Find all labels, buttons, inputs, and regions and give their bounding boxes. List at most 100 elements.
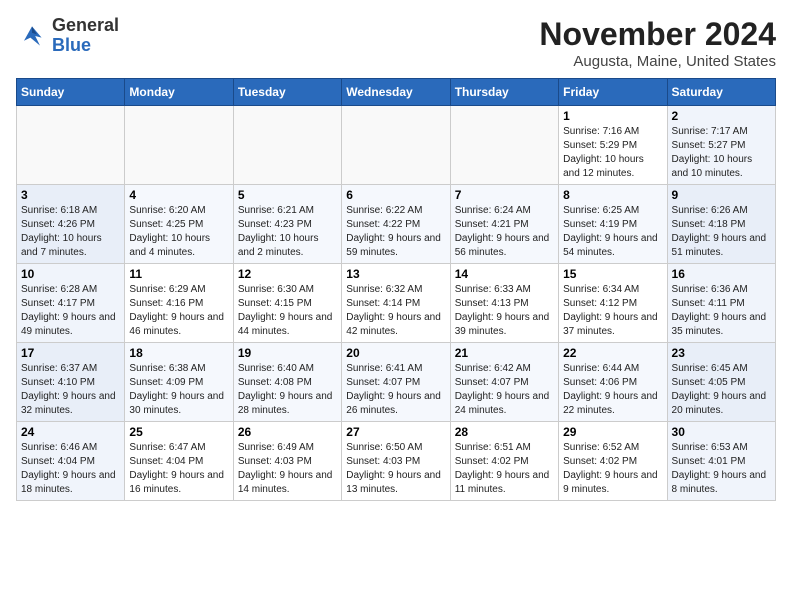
day-info: Sunrise: 6:24 AM Sunset: 4:21 PM Dayligh… [455, 204, 554, 260]
day-number: 29 [563, 425, 662, 439]
day-number: 6 [346, 188, 445, 202]
day-info: Sunrise: 6:18 AM Sunset: 4:26 PM Dayligh… [21, 204, 120, 260]
day-info: Sunrise: 6:21 AM Sunset: 4:23 PM Dayligh… [238, 204, 337, 260]
day-number: 27 [346, 425, 445, 439]
calendar-header-row: SundayMondayTuesdayWednesdayThursdayFrid… [17, 79, 776, 106]
calendar-week-row: 1 Sunrise: 7:16 AM Sunset: 5:29 PM Daylig… [17, 106, 776, 185]
day-info: Sunrise: 6:53 AM Sunset: 4:01 PM Dayligh… [672, 441, 771, 497]
calendar-day-cell: 15 Sunrise: 6:34 AM Sunset: 4:12 PM Dayli… [559, 264, 667, 343]
day-number: 16 [672, 267, 771, 281]
day-number: 15 [563, 267, 662, 281]
calendar-day-cell: 26 Sunrise: 6:49 AM Sunset: 4:03 PM Dayli… [233, 422, 341, 501]
day-info: Sunrise: 7:17 AM Sunset: 5:27 PM Dayligh… [672, 125, 771, 181]
calendar-day-cell: 4 Sunrise: 6:20 AM Sunset: 4:25 PM Daylig… [125, 185, 233, 264]
day-number: 26 [238, 425, 337, 439]
calendar-day-cell: 3 Sunrise: 6:18 AM Sunset: 4:26 PM Daylig… [17, 185, 125, 264]
calendar-day-cell: 17Sunrise: 6:37 AM Sunset: 4:10 PM Dayli… [17, 343, 125, 422]
day-number: 28 [455, 425, 554, 439]
day-info: Sunrise: 6:40 AM Sunset: 4:08 PM Dayligh… [238, 362, 337, 418]
day-info: Sunrise: 6:20 AM Sunset: 4:25 PM Dayligh… [129, 204, 228, 260]
calendar-day-cell: 24 Sunrise: 6:46 AM Sunset: 4:04 PM Dayli… [17, 422, 125, 501]
day-info: Sunrise: 6:45 AM Sunset: 4:05 PM Dayligh… [672, 362, 771, 418]
calendar-day-cell: 16 Sunrise: 6:36 AM Sunset: 4:11 PM Dayli… [667, 264, 775, 343]
calendar-day-cell: 5 Sunrise: 6:21 AM Sunset: 4:23 PM Daylig… [233, 185, 341, 264]
day-number: 10 [21, 267, 120, 281]
day-info: Sunrise: 6:41 AM Sunset: 4:07 PM Dayligh… [346, 362, 445, 418]
title-area: November 2024 Augusta, Maine, United Sta… [539, 16, 776, 70]
day-number: 9 [672, 188, 771, 202]
calendar-day-cell: 27 Sunrise: 6:50 AM Sunset: 4:03 PM Dayli… [342, 422, 450, 501]
day-number: 19 [238, 346, 337, 360]
calendar-day-cell: 21 Sunrise: 6:42 AM Sunset: 4:07 PM Dayli… [450, 343, 558, 422]
calendar-day-cell: 12Sunrise: 6:30 AM Sunset: 4:15 PM Dayli… [233, 264, 341, 343]
day-number: 7 [455, 188, 554, 202]
day-number: 1 [563, 109, 662, 123]
day-info: Sunrise: 6:50 AM Sunset: 4:03 PM Dayligh… [346, 441, 445, 497]
day-info: Sunrise: 6:22 AM Sunset: 4:22 PM Dayligh… [346, 204, 445, 260]
calendar-day-cell: 7 Sunrise: 6:24 AM Sunset: 4:21 PM Daylig… [450, 185, 558, 264]
calendar-day-cell: 2 Sunrise: 7:17 AM Sunset: 5:27 PM Daylig… [667, 106, 775, 185]
empty-day-cell [125, 106, 233, 185]
calendar-day-cell: 6 Sunrise: 6:22 AM Sunset: 4:22 PM Daylig… [342, 185, 450, 264]
day-info: Sunrise: 6:33 AM Sunset: 4:13 PM Dayligh… [455, 283, 554, 339]
day-number: 25 [129, 425, 228, 439]
calendar-day-cell: 9 Sunrise: 6:26 AM Sunset: 4:18 PM Daylig… [667, 185, 775, 264]
day-number: 12 [238, 267, 337, 281]
day-number: 21 [455, 346, 554, 360]
day-info: Sunrise: 6:34 AM Sunset: 4:12 PM Dayligh… [563, 283, 662, 339]
day-info: Sunrise: 6:28 AM Sunset: 4:17 PM Dayligh… [21, 283, 120, 339]
calendar-day-cell: 13Sunrise: 6:32 AM Sunset: 4:14 PM Dayli… [342, 264, 450, 343]
empty-day-cell [342, 106, 450, 185]
calendar-day-cell: 30 Sunrise: 6:53 AM Sunset: 4:01 PM Dayli… [667, 422, 775, 501]
calendar-day-cell: 1 Sunrise: 7:16 AM Sunset: 5:29 PM Daylig… [559, 106, 667, 185]
calendar-day-cell: 11Sunrise: 6:29 AM Sunset: 4:16 PM Dayli… [125, 264, 233, 343]
calendar-day-cell: 18 Sunrise: 6:38 AM Sunset: 4:09 PM Dayli… [125, 343, 233, 422]
column-header-wednesday: Wednesday [342, 79, 450, 106]
day-info: Sunrise: 6:47 AM Sunset: 4:04 PM Dayligh… [129, 441, 228, 497]
column-header-tuesday: Tuesday [233, 79, 341, 106]
calendar-day-cell: 8Sunrise: 6:25 AM Sunset: 4:19 PM Daylig… [559, 185, 667, 264]
day-info: Sunrise: 6:52 AM Sunset: 4:02 PM Dayligh… [563, 441, 662, 497]
day-info: Sunrise: 7:16 AM Sunset: 5:29 PM Dayligh… [563, 125, 662, 181]
calendar-day-cell: 20Sunrise: 6:41 AM Sunset: 4:07 PM Dayli… [342, 343, 450, 422]
day-number: 4 [129, 188, 228, 202]
day-number: 3 [21, 188, 120, 202]
day-info: Sunrise: 6:25 AM Sunset: 4:19 PM Dayligh… [563, 204, 662, 260]
column-header-saturday: Saturday [667, 79, 775, 106]
day-number: 22 [563, 346, 662, 360]
day-number: 5 [238, 188, 337, 202]
empty-day-cell [233, 106, 341, 185]
calendar-day-cell: 28 Sunrise: 6:51 AM Sunset: 4:02 PM Dayli… [450, 422, 558, 501]
column-header-thursday: Thursday [450, 79, 558, 106]
column-header-friday: Friday [559, 79, 667, 106]
logo-text: General Blue [52, 16, 119, 56]
day-number: 11 [129, 267, 228, 281]
day-info: Sunrise: 6:46 AM Sunset: 4:04 PM Dayligh… [21, 441, 120, 497]
day-info: Sunrise: 6:26 AM Sunset: 4:18 PM Dayligh… [672, 204, 771, 260]
calendar-day-cell: 29 Sunrise: 6:52 AM Sunset: 4:02 PM Dayli… [559, 422, 667, 501]
day-info: Sunrise: 6:38 AM Sunset: 4:09 PM Dayligh… [129, 362, 228, 418]
calendar-day-cell: 10 Sunrise: 6:28 AM Sunset: 4:17 PM Dayli… [17, 264, 125, 343]
day-info: Sunrise: 6:36 AM Sunset: 4:11 PM Dayligh… [672, 283, 771, 339]
empty-day-cell [450, 106, 558, 185]
day-info: Sunrise: 6:49 AM Sunset: 4:03 PM Dayligh… [238, 441, 337, 497]
day-number: 24 [21, 425, 120, 439]
calendar-day-cell: 22Sunrise: 6:44 AM Sunset: 4:06 PM Dayli… [559, 343, 667, 422]
calendar-week-row: 24 Sunrise: 6:46 AM Sunset: 4:04 PM Dayli… [17, 422, 776, 501]
location: Augusta, Maine, United States [539, 53, 776, 70]
day-number: 30 [672, 425, 771, 439]
column-header-monday: Monday [125, 79, 233, 106]
logo-bird-icon [16, 20, 48, 52]
calendar-day-cell: 25 Sunrise: 6:47 AM Sunset: 4:04 PM Dayli… [125, 422, 233, 501]
day-info: Sunrise: 6:51 AM Sunset: 4:02 PM Dayligh… [455, 441, 554, 497]
calendar-week-row: 17Sunrise: 6:37 AM Sunset: 4:10 PM Dayli… [17, 343, 776, 422]
page-header: General Blue November 2024 Augusta, Main… [16, 16, 776, 70]
column-header-sunday: Sunday [17, 79, 125, 106]
calendar-week-row: 3 Sunrise: 6:18 AM Sunset: 4:26 PM Daylig… [17, 185, 776, 264]
day-number: 14 [455, 267, 554, 281]
day-number: 2 [672, 109, 771, 123]
day-number: 18 [129, 346, 228, 360]
logo: General Blue [16, 16, 119, 56]
day-info: Sunrise: 6:42 AM Sunset: 4:07 PM Dayligh… [455, 362, 554, 418]
calendar-day-cell: 14 Sunrise: 6:33 AM Sunset: 4:13 PM Dayli… [450, 264, 558, 343]
